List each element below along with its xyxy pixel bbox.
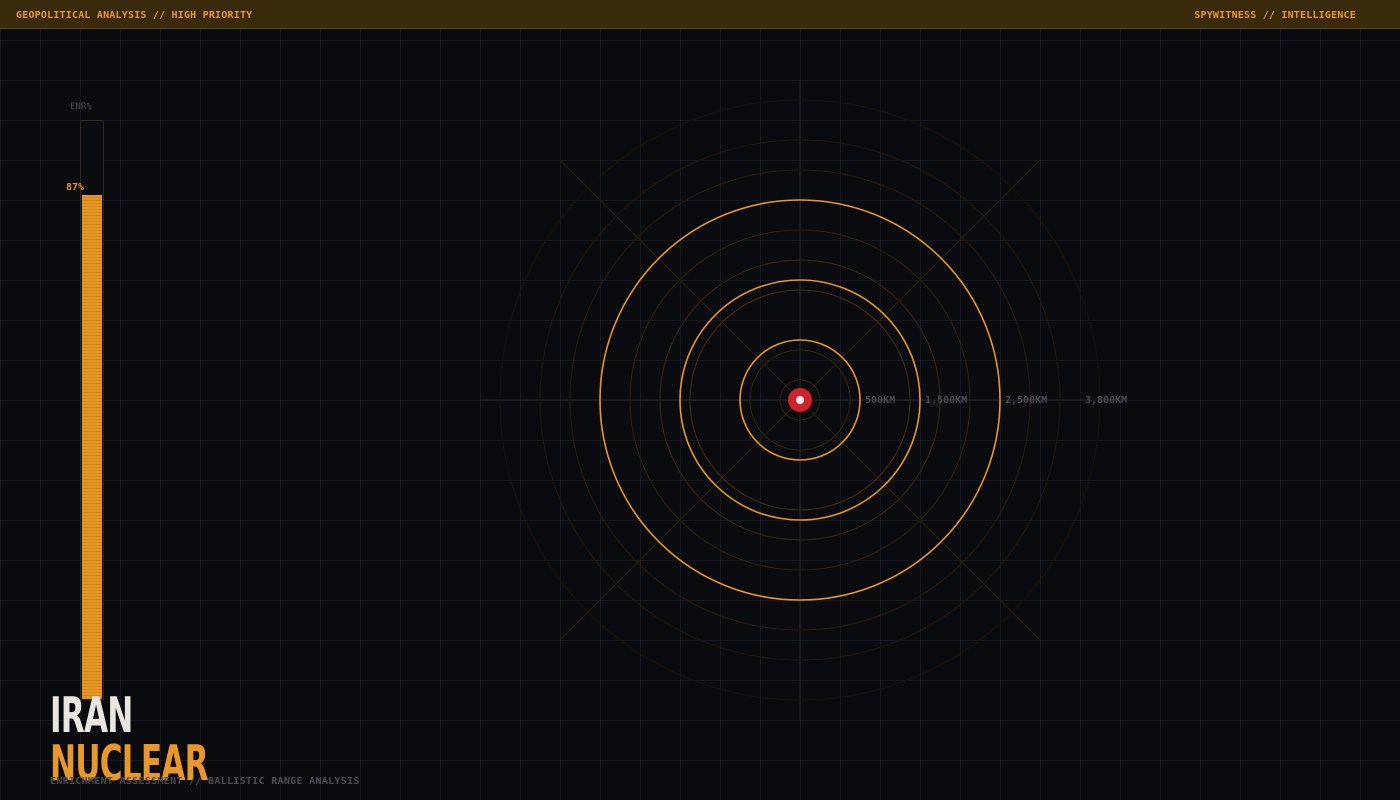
range-label-3: 2,500KM bbox=[1005, 395, 1047, 406]
title-country: IRAN bbox=[50, 687, 133, 744]
title-subtitle: ENRICHMENT ASSESSMENT // BALLISTIC RANGE… bbox=[50, 776, 360, 787]
range-rings-diagram: 500KM 1,500KM 2,500KM 3,800KM bbox=[480, 80, 1127, 720]
range-label-1: 500KM bbox=[865, 395, 895, 406]
range-label-2: 1,500KM bbox=[925, 395, 967, 406]
range-label-4: 3,800KM bbox=[1085, 395, 1127, 406]
display-canvas: GEOPOLITICAL ANALYSIS // HIGH PRIORITY S… bbox=[0, 0, 1400, 800]
target-center bbox=[796, 396, 804, 404]
